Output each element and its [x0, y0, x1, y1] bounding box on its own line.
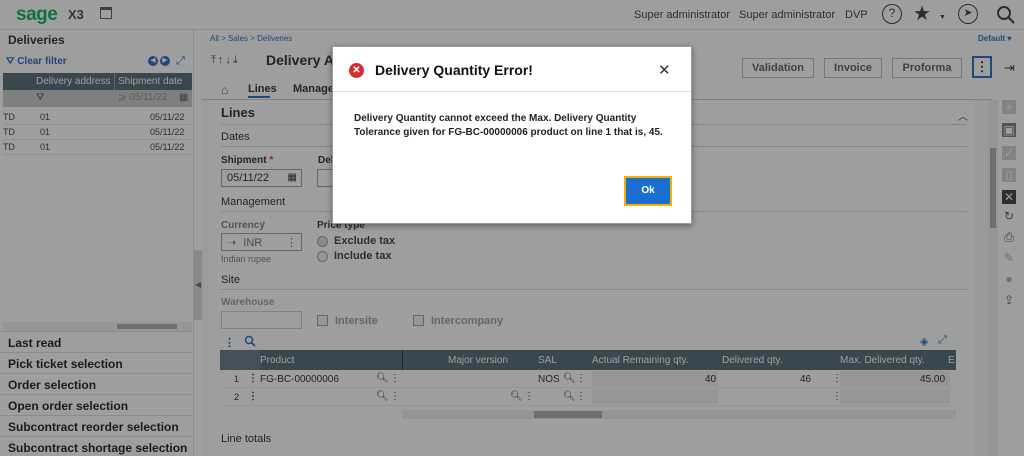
error-dialog: ✕ Delivery Quantity Error! ✕ Delivery Qu…: [332, 46, 692, 224]
dialog-message: Delivery Quantity cannot exceed the Max.…: [354, 113, 663, 138]
error-icon: ✕: [349, 63, 364, 78]
ok-button[interactable]: Ok: [624, 176, 672, 206]
dialog-title: Delivery Quantity Error!: [375, 62, 533, 78]
close-icon[interactable]: ✕: [658, 61, 671, 79]
dialog-divider: [333, 91, 691, 92]
